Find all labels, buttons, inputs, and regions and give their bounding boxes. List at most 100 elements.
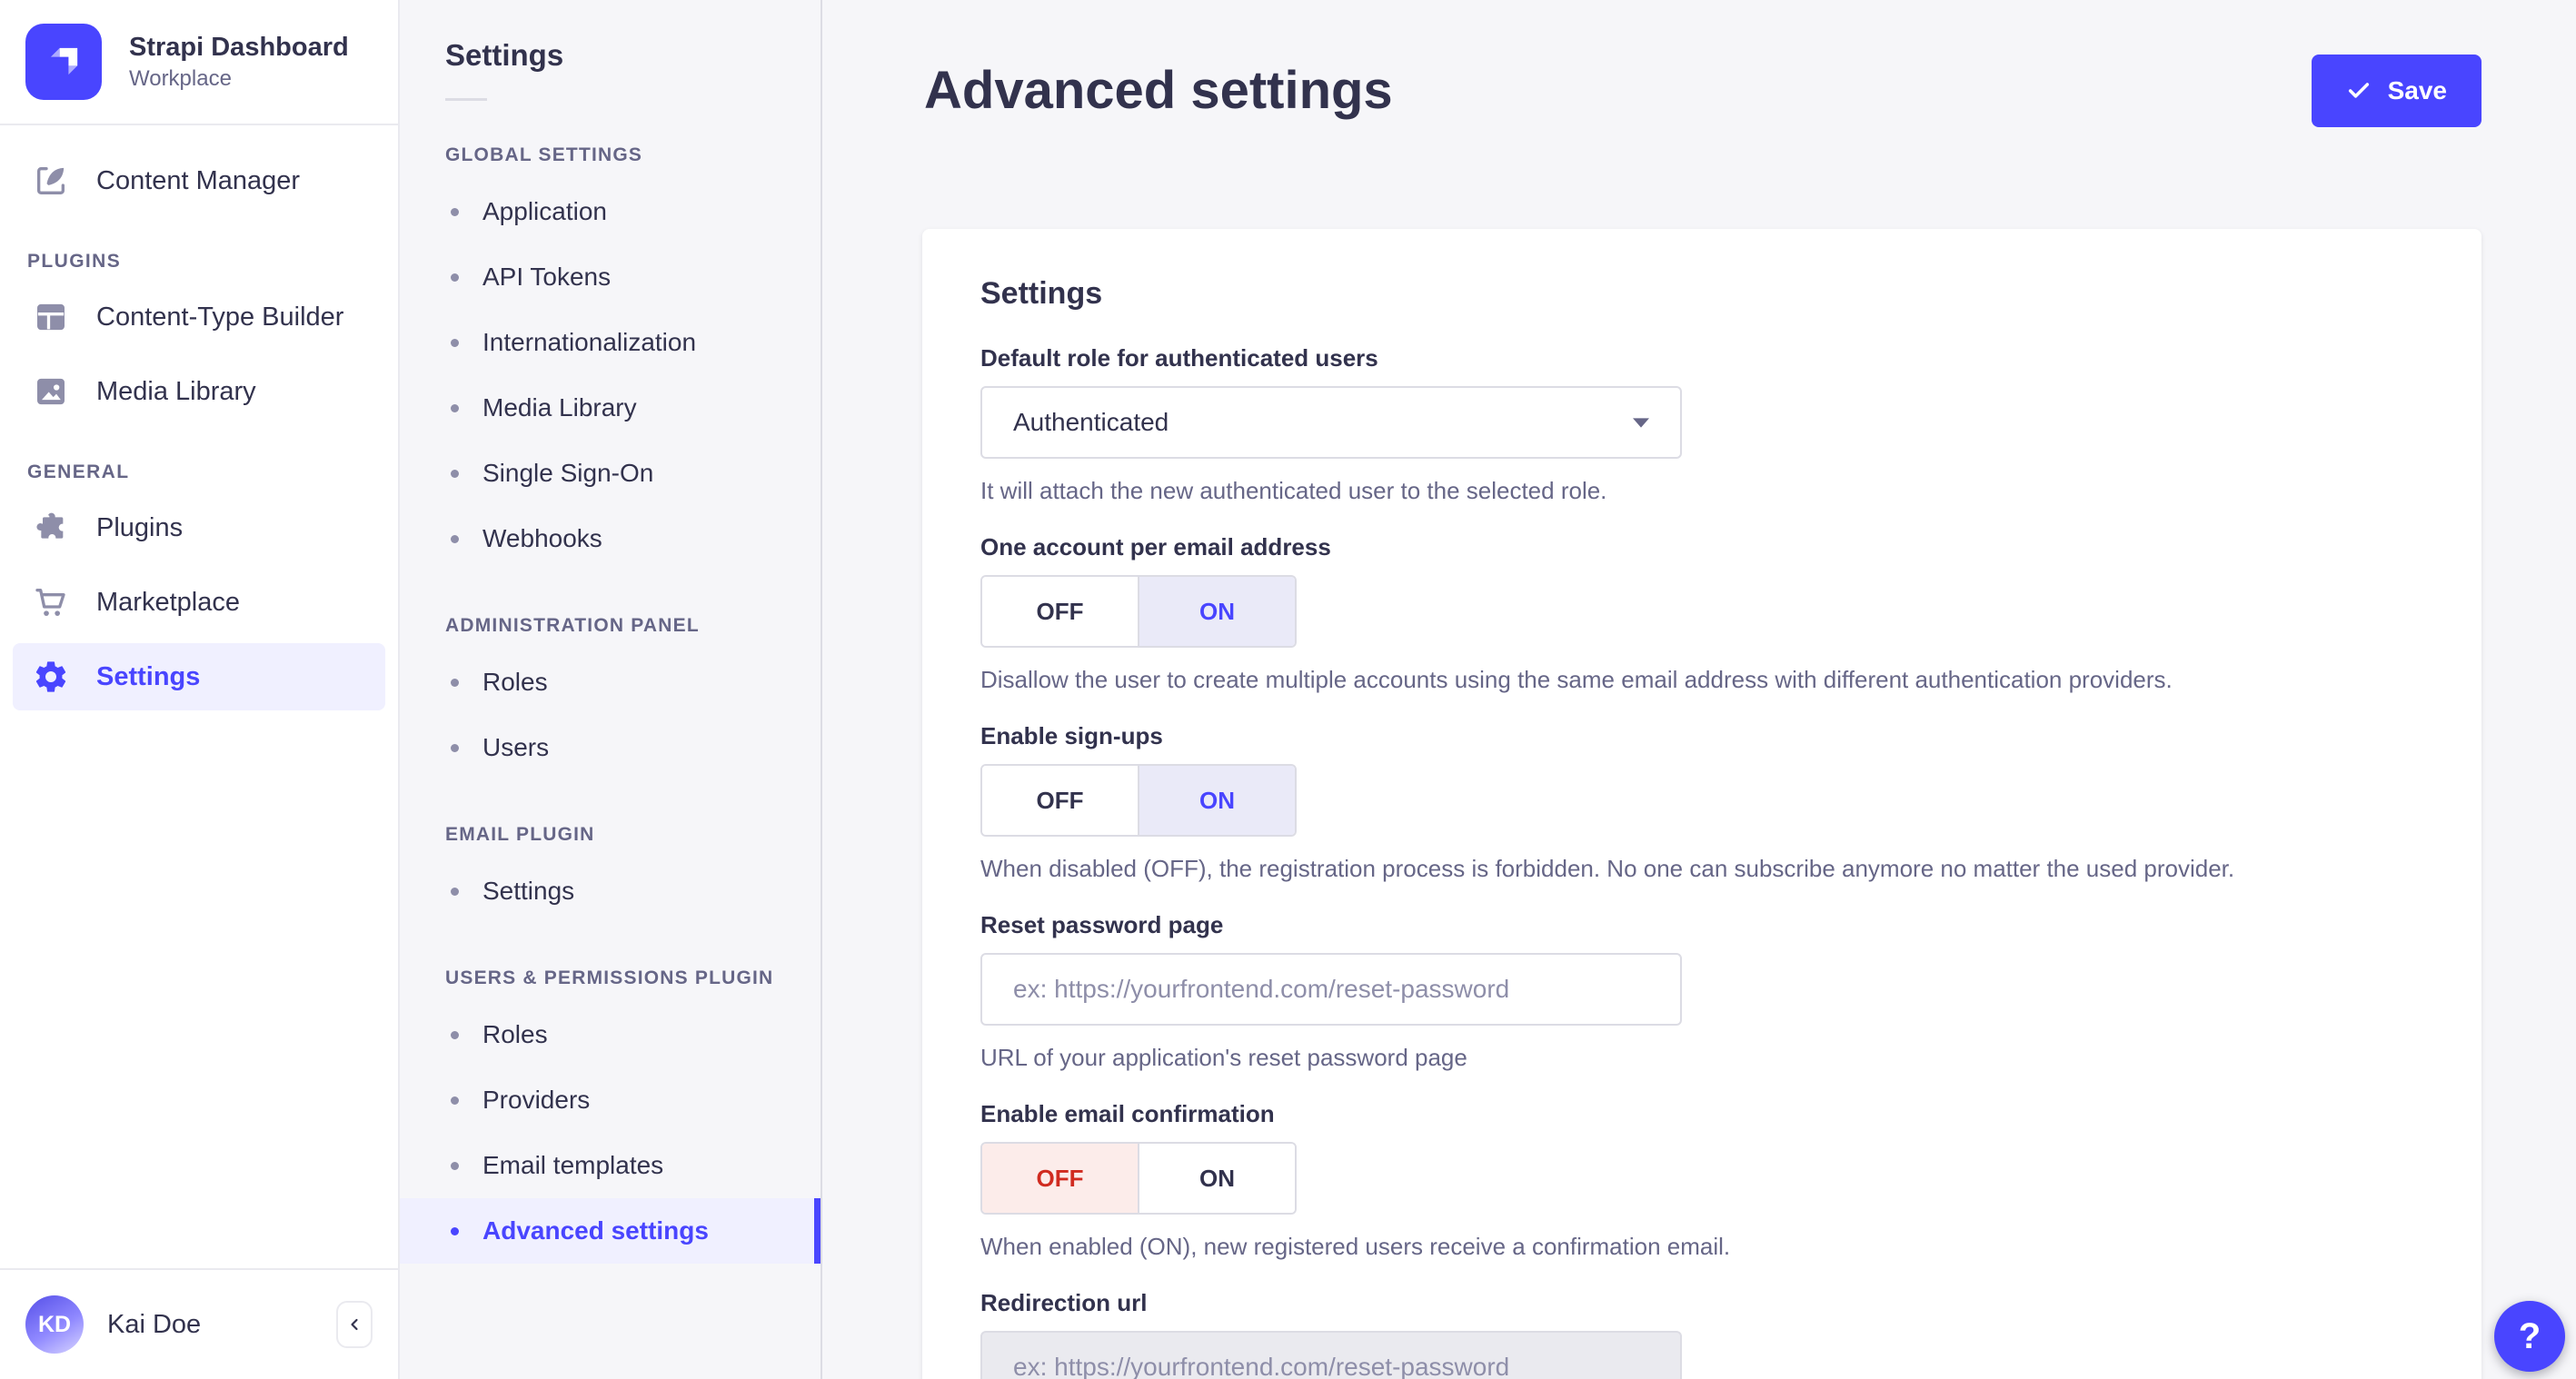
field-hint: URL of your application's reset password… <box>980 1044 1467 1071</box>
sidebar-nav: Content Manager PLUGINS Content-Type Build… <box>0 125 398 1268</box>
sidebar-item-marketplace[interactable]: Marketplace <box>13 569 385 636</box>
subnav-item-email-settings[interactable]: Settings <box>400 858 821 924</box>
subnav-item-internationalization[interactable]: Internationalization <box>400 310 821 375</box>
field-hint: Disallow the user to create multiple acc… <box>980 666 2173 693</box>
subnav-section: EMAIL PLUGIN Settings <box>400 824 821 924</box>
subnav-item-api-tokens[interactable]: API Tokens <box>400 244 821 310</box>
image-icon <box>33 373 69 410</box>
subnav-item-label: Application <box>482 197 607 225</box>
sidebar-item-settings[interactable]: Settings <box>13 643 385 710</box>
subnav-sections: GLOBAL SETTINGS Application API Tokens Inte… <box>400 144 821 1264</box>
subnav-item-label: Email templates <box>482 1151 664 1179</box>
sidebar-item-plugins[interactable]: Plugins <box>13 494 385 561</box>
subnav-item-label: Single Sign-On <box>482 459 654 487</box>
field-redirection-url: Redirection url <box>980 1289 2423 1379</box>
enable-sign-ups-toggle: OFF ON <box>980 764 1297 837</box>
bullet-icon <box>451 534 459 543</box>
subnav-item-label: Advanced settings <box>482 1216 709 1245</box>
collapse-sidebar-button[interactable] <box>336 1301 373 1348</box>
save-button[interactable]: Save <box>2311 55 2482 127</box>
bullet-icon <box>451 273 459 282</box>
subnav-item-up-advanced-settings[interactable]: Advanced settings <box>400 1198 821 1264</box>
bullet-icon <box>451 743 459 752</box>
subnav-item-application[interactable]: Application <box>400 179 821 244</box>
bullet-icon <box>451 678 459 687</box>
subnav-item-up-providers[interactable]: Providers <box>400 1067 821 1133</box>
one-account-per-email-toggle: OFF ON <box>980 575 1297 648</box>
sidebar-item-content-manager[interactable]: Content Manager <box>13 147 385 214</box>
one-account-per-email-on-option[interactable]: ON <box>1138 577 1295 646</box>
subnav-item-label: Internationalization <box>482 328 697 356</box>
help-button[interactable]: ? <box>2494 1301 2565 1372</box>
field-one-account-per-email: One account per email address OFF ON Disall… <box>980 533 2423 693</box>
subnav-item-media-library[interactable]: Media Library <box>400 375 821 441</box>
field-enable-sign-ups: Enable sign-ups OFF ON When disabled (OFF),… <box>980 722 2423 882</box>
sidebar-item-label: Content Manager <box>96 165 301 195</box>
field-label: Redirection url <box>980 1289 1148 1316</box>
subnav-title: Settings <box>445 38 564 72</box>
brand-subtitle: Workplace <box>129 66 232 92</box>
subnav-item-up-email-templates[interactable]: Email templates <box>400 1133 821 1198</box>
sidebar-item-label: Media Library <box>96 376 256 406</box>
field-reset-password-page: Reset password page URL of your applicati… <box>980 911 2423 1071</box>
subnav-item-admin-roles[interactable]: Roles <box>400 650 821 715</box>
bullet-icon <box>451 207 459 216</box>
field-hint: When disabled (OFF), the registration pr… <box>980 855 2235 882</box>
field-default-role: Default role for authenticated users Auth… <box>980 344 2423 504</box>
main-sidebar: Strapi Dashboard Workplace Content Manag… <box>0 0 400 1379</box>
subnav-item-admin-users[interactable]: Users <box>400 715 821 780</box>
subnav-item-label: Providers <box>482 1086 591 1114</box>
subnav-section-label: USERS & PERMISSIONS PLUGIN <box>445 967 774 988</box>
page-title: Advanced settings <box>924 61 1393 121</box>
field-label: Reset password page <box>980 911 1224 938</box>
cart-icon <box>33 584 69 620</box>
field-label: Default role for authenticated users <box>980 344 1378 372</box>
avatar[interactable]: KD <box>25 1295 84 1354</box>
subnav-item-up-roles[interactable]: Roles <box>400 1002 821 1067</box>
main-content: Advanced settings Save Settings Default … <box>822 0 2576 1379</box>
sidebar-item-media-library[interactable]: Media Library <box>13 358 385 425</box>
enable-email-confirmation-on-option[interactable]: ON <box>1138 1144 1295 1213</box>
brand-text: Strapi Dashboard Workplace <box>129 32 349 93</box>
field-label: Enable email confirmation <box>980 1100 1275 1127</box>
enable-email-confirmation-off-option[interactable]: OFF <box>982 1144 1138 1213</box>
default-role-select[interactable]: Authenticated <box>980 386 1682 459</box>
subnav-section: USERS & PERMISSIONS PLUGIN Roles Providers… <box>400 967 821 1264</box>
enable-sign-ups-off-option[interactable]: OFF <box>982 766 1138 835</box>
bullet-icon <box>451 1096 459 1105</box>
subnav-section-label: EMAIL PLUGIN <box>445 824 595 845</box>
subnav-section-label: GLOBAL SETTINGS <box>445 144 643 165</box>
sidebar-item-content-type-builder[interactable]: Content-Type Builder <box>13 283 385 351</box>
sidebar-item-label: Plugins <box>96 512 184 542</box>
bullet-icon <box>451 1030 459 1039</box>
user-footer: KD Kai Doe <box>0 1268 398 1379</box>
check-icon <box>2346 78 2372 104</box>
subnav-section: GLOBAL SETTINGS Application API Tokens Inte… <box>400 144 821 571</box>
brand-title: Strapi Dashboard <box>129 32 349 62</box>
one-account-per-email-off-option[interactable]: OFF <box>982 577 1138 646</box>
brand: Strapi Dashboard Workplace <box>0 0 398 125</box>
subnav-item-webhooks[interactable]: Webhooks <box>400 506 821 571</box>
field-label: One account per email address <box>980 533 1331 561</box>
reset-password-page-input[interactable] <box>980 953 1682 1026</box>
subnav-item-single-sign-on[interactable]: Single Sign-On <box>400 441 821 506</box>
subnav-item-label: Settings <box>482 877 575 905</box>
field-hint: It will attach the new authenticated use… <box>980 477 1607 504</box>
enable-sign-ups-on-option[interactable]: ON <box>1138 766 1295 835</box>
bullet-icon <box>451 1161 459 1170</box>
gear-icon <box>33 659 69 695</box>
panel-fields: Default role for authenticated users Auth… <box>980 344 2423 1379</box>
subnav-item-label: Roles <box>482 668 548 696</box>
subnav-item-label: Media Library <box>482 393 637 422</box>
subnav-item-label: API Tokens <box>482 263 612 291</box>
field-hint: When enabled (ON), new registered users … <box>980 1233 1731 1260</box>
sidebar-item-label: Settings <box>96 661 201 691</box>
feather-icon <box>33 163 69 199</box>
field-enable-email-confirmation: Enable email confirmation OFF ON When enabl… <box>980 1100 2423 1260</box>
sidebar-section-label: PLUGINS <box>27 251 122 272</box>
subnav-divider <box>445 98 487 101</box>
main-header: Advanced settings Save <box>822 0 2576 127</box>
bullet-icon <box>451 887 459 896</box>
select-value: Authenticated <box>1013 408 1169 436</box>
redirection-url-input <box>980 1331 1682 1379</box>
